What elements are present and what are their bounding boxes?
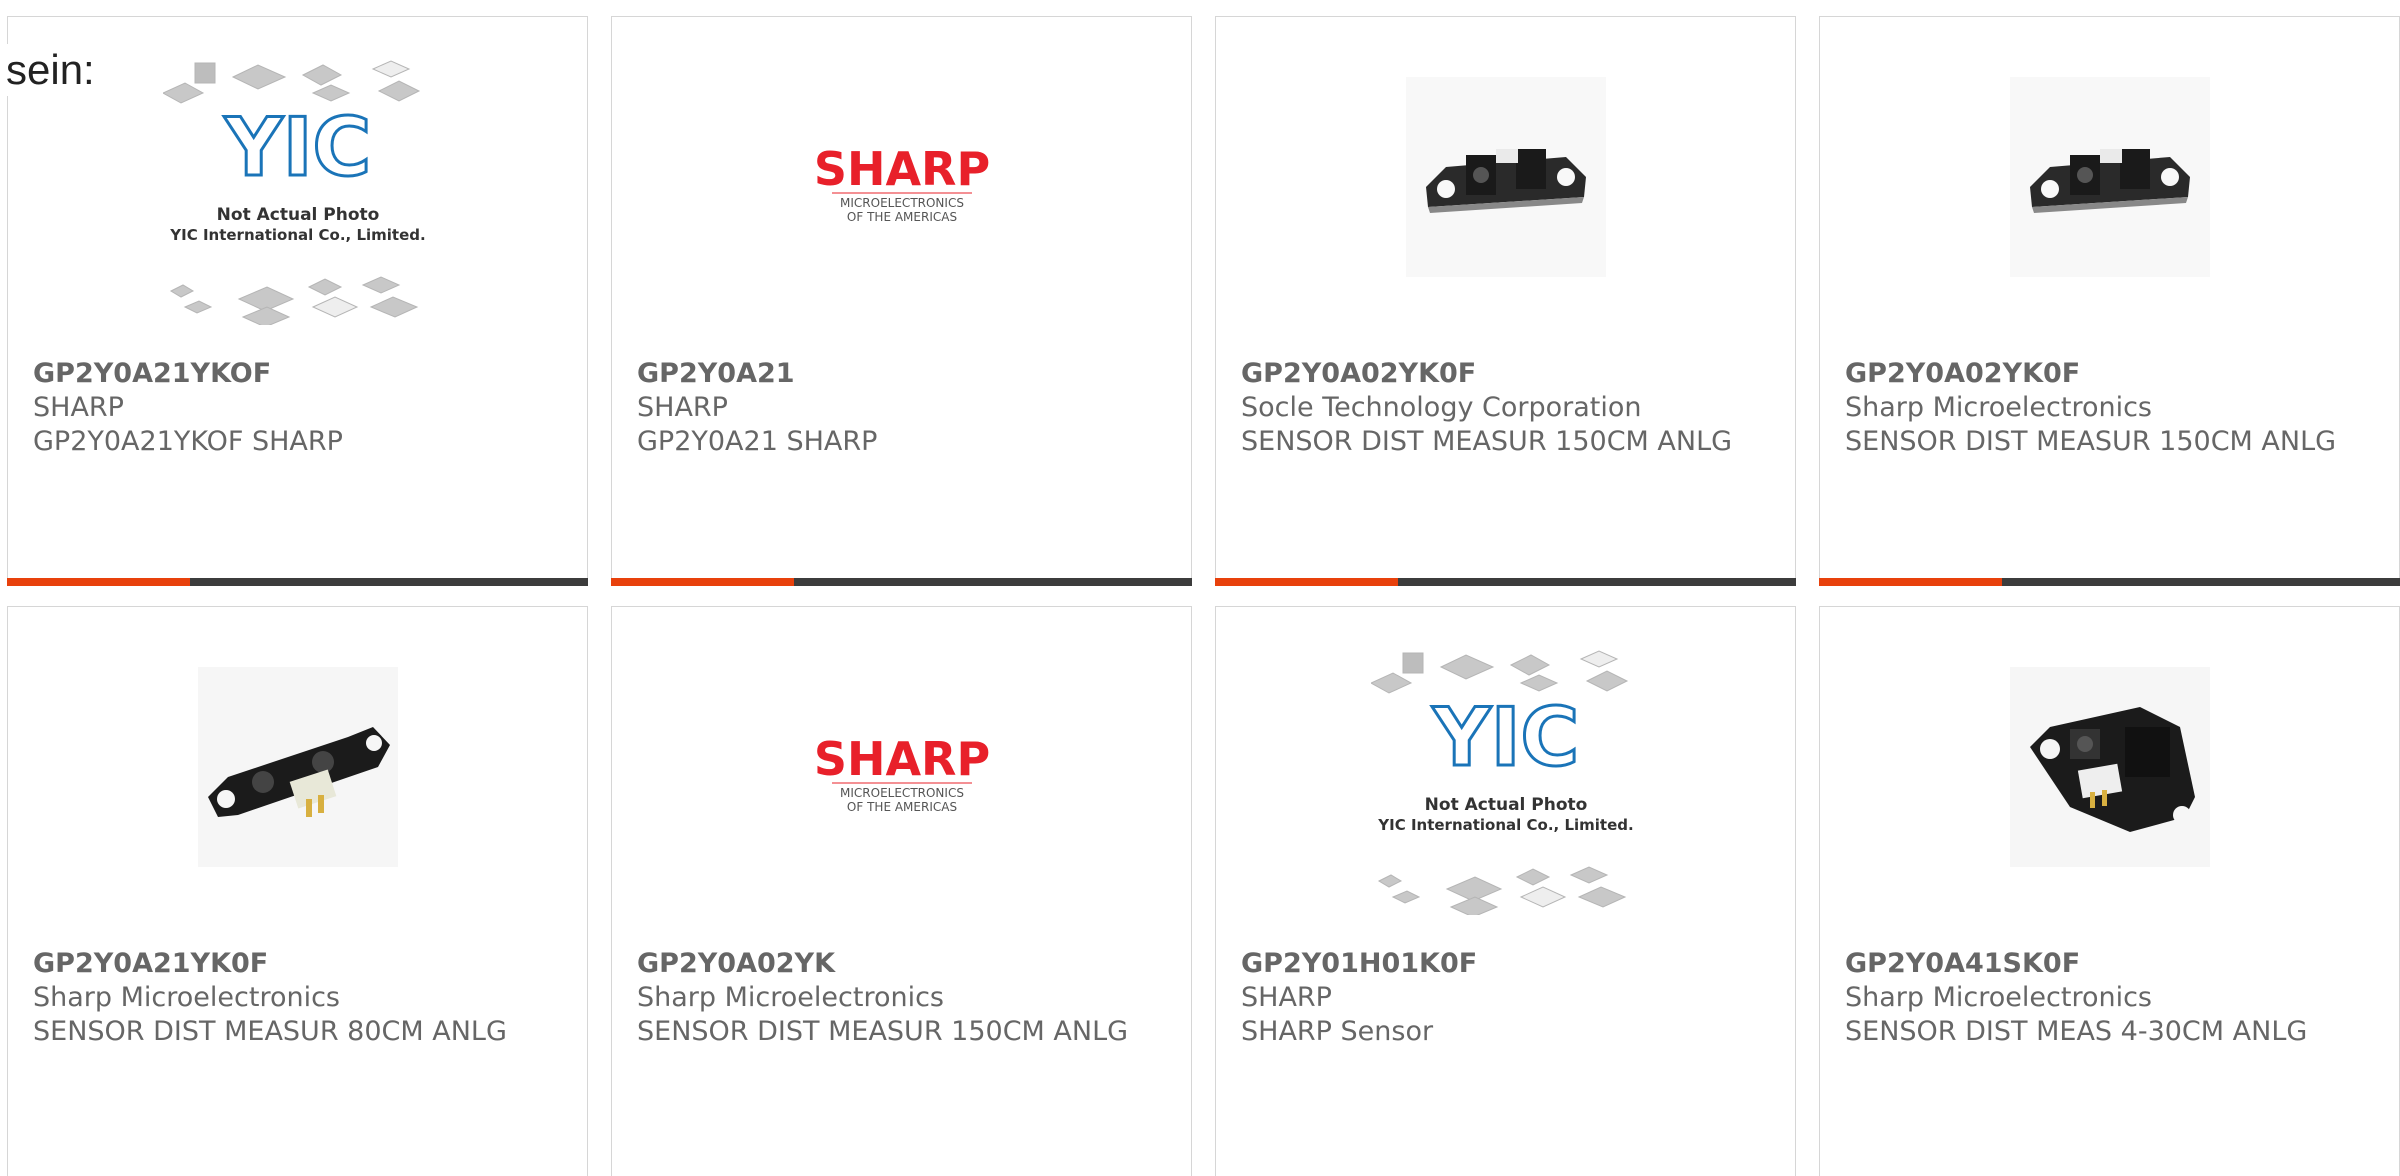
product-image[interactable]: SHARP MICROELECTRONICS OF THE AMERICAS	[767, 55, 1037, 325]
sharp-logo-line2: OF THE AMERICAS	[847, 210, 957, 224]
part-number[interactable]: GP2Y0A02YK0F	[1241, 357, 1775, 391]
part-number[interactable]: GP2Y0A41SK0F	[1845, 947, 2379, 981]
manufacturer: Socle Technology Corporation	[1241, 392, 1642, 423]
manufacturer: Sharp Microelectronics	[1845, 982, 2152, 1013]
card-accent-bar	[7, 578, 588, 586]
yic-logo-mark: YIC	[1432, 691, 1579, 784]
sharp-logo: SHARP	[814, 142, 990, 196]
part-number[interactable]: GP2Y01H01K0F	[1241, 947, 1775, 981]
product-image[interactable]	[1406, 77, 1606, 277]
product-image[interactable]: YIC Not Actual Photo YIC International C…	[1371, 645, 1641, 915]
description: SENSOR DIST MEASUR 150CM ANLG	[1845, 426, 2337, 457]
product-card[interactable]: GP2Y0A41SK0F Sharp Microelectronics SENS…	[1819, 606, 2400, 1176]
product-image[interactable]: SHARP MICROELECTRONICS OF THE AMERICAS	[767, 645, 1037, 915]
part-number[interactable]: GP2Y0A21YKOF	[33, 357, 567, 391]
intro-text: sein:	[6, 44, 99, 96]
manufacturer: SHARP	[1241, 982, 1332, 1013]
product-card[interactable]: GP2Y0A21YK0F Sharp Microelectronics SENS…	[7, 606, 588, 1176]
manufacturer: SHARP	[637, 392, 728, 423]
manufacturer: Sharp Microelectronics	[33, 982, 340, 1013]
yic-notice-line2: YIC International Co., Limited.	[1377, 816, 1633, 834]
part-number[interactable]: GP2Y0A21YK0F	[33, 947, 567, 981]
product-image[interactable]	[2010, 667, 2210, 867]
sharp-logo-line1: MICROELECTRONICS	[840, 786, 964, 800]
yic-notice-line1: Not Actual Photo	[217, 205, 380, 225]
manufacturer: Sharp Microelectronics	[637, 982, 944, 1013]
sharp-logo-line2: OF THE AMERICAS	[847, 800, 957, 814]
description: GP2Y0A21 SHARP	[637, 426, 878, 457]
product-card[interactable]: SHARP MICROELECTRONICS OF THE AMERICAS G…	[611, 606, 1192, 1176]
description: GP2Y0A21YKOF SHARP	[33, 426, 343, 457]
description: SENSOR DIST MEASUR 150CM ANLG	[637, 1016, 1129, 1047]
product-card[interactable]: GP2Y0A02YK0F Socle Technology Corporatio…	[1215, 16, 1796, 586]
product-card[interactable]: YIC Not Actual Photo YIC International C…	[7, 16, 588, 586]
description: SENSOR DIST MEAS 4-30CM ANLG	[1845, 1016, 2308, 1047]
card-accent-bar	[1215, 578, 1796, 586]
part-number[interactable]: GP2Y0A02YK	[637, 947, 1171, 981]
card-accent-bar	[611, 578, 1192, 586]
part-number[interactable]: GP2Y0A21	[637, 357, 1171, 391]
card-accent-bar	[1819, 578, 2400, 586]
yic-logo-mark: YIC	[224, 101, 371, 194]
product-image[interactable]	[2010, 77, 2210, 277]
manufacturer: Sharp Microelectronics	[1845, 392, 2152, 423]
product-card[interactable]: SHARP MICROELECTRONICS OF THE AMERICAS G…	[611, 16, 1192, 586]
sharp-logo: SHARP	[814, 732, 990, 786]
product-card[interactable]: YIC Not Actual Photo YIC International C…	[1215, 606, 1796, 1176]
product-image[interactable]: YIC Not Actual Photo YIC International C…	[163, 55, 433, 325]
description: SHARP Sensor	[1241, 1016, 1434, 1047]
product-card[interactable]: GP2Y0A02YK0F Sharp Microelectronics SENS…	[1819, 16, 2400, 586]
description: SENSOR DIST MEASUR 150CM ANLG	[1241, 426, 1733, 457]
sharp-logo-line1: MICROELECTRONICS	[840, 196, 964, 210]
part-number[interactable]: GP2Y0A02YK0F	[1845, 357, 2379, 391]
manufacturer: SHARP	[33, 392, 124, 423]
yic-notice-line1: Not Actual Photo	[1425, 795, 1588, 815]
yic-notice-line2: YIC International Co., Limited.	[169, 226, 425, 244]
product-image[interactable]	[198, 667, 398, 867]
description: SENSOR DIST MEASUR 80CM ANLG	[33, 1016, 507, 1047]
